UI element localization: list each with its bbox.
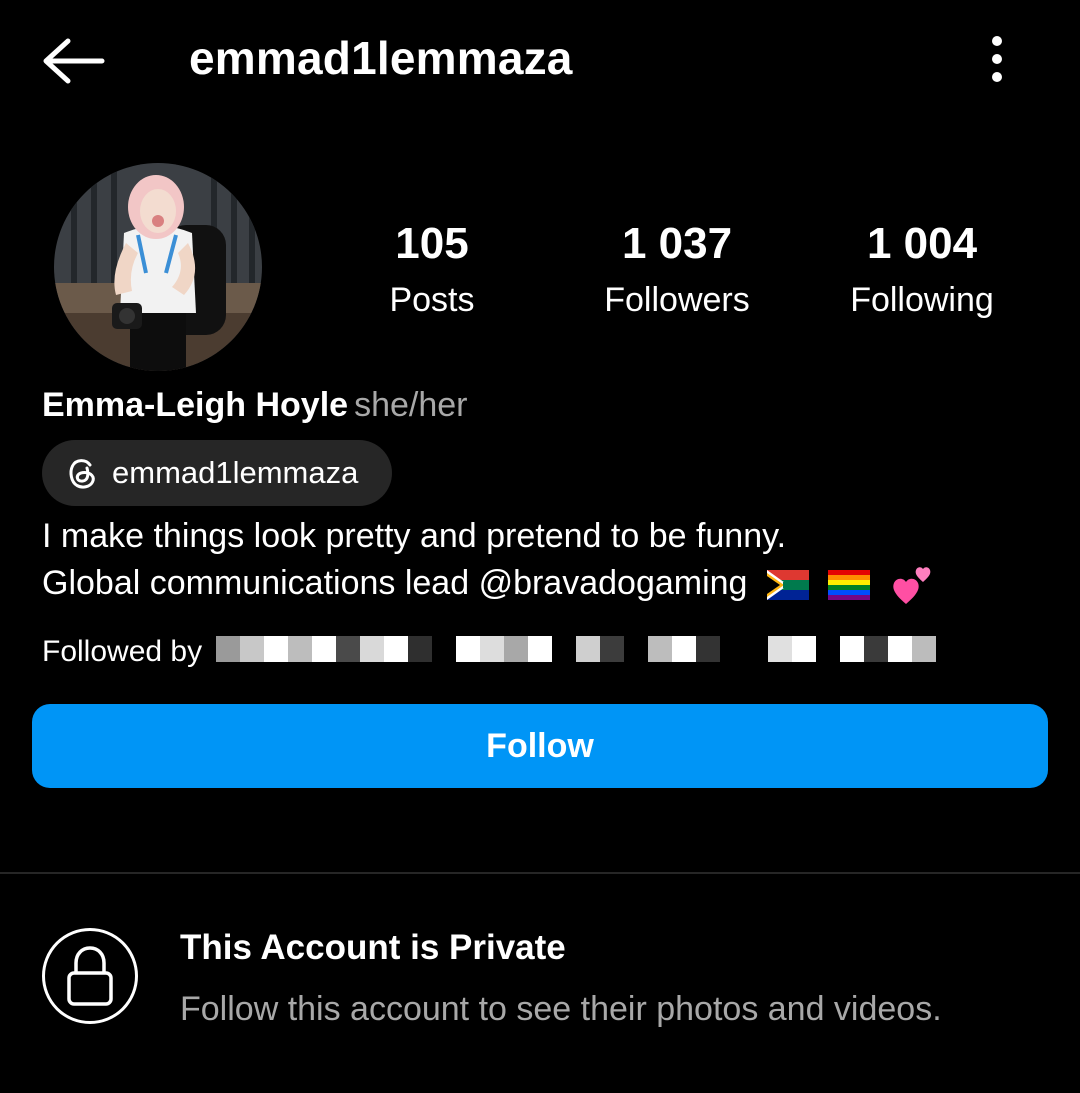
threads-icon (69, 459, 95, 489)
pronouns: she/her (354, 386, 468, 424)
more-vertical-icon[interactable] (982, 34, 1012, 84)
page-title: emmad1lemmaza (189, 32, 573, 84)
two-hearts-icon (893, 567, 931, 605)
posts-count: 105 (395, 219, 469, 268)
divider (0, 872, 1080, 874)
avatar-photo (54, 163, 262, 371)
private-lock-badge (42, 928, 138, 1024)
followed-by-text[interactable]: Followed by (42, 632, 202, 672)
arrow-left-icon[interactable] (40, 36, 106, 86)
private-title: This Account is Private (180, 928, 566, 967)
stat-followers[interactable]: 1 037 Followers (567, 218, 787, 322)
profile-page: emmad1lemmaza 105 Posts 1 037 Followers … (0, 0, 1080, 1093)
bio-line-2: Global communications lead @bravadogamin… (42, 560, 934, 607)
name-row: Emma-Leigh Hoyle she/her (42, 383, 467, 427)
profile-name: Emma-Leigh Hoyle (42, 386, 349, 424)
bio-mention-link[interactable]: @bravadogaming (479, 564, 748, 602)
followers-label: Followers (604, 281, 750, 319)
bio: I make things look pretty and pretend to… (42, 513, 934, 607)
posts-label: Posts (389, 281, 475, 319)
rainbow-flag-icon (828, 570, 871, 601)
redacted-follower-names (216, 636, 936, 662)
threads-handle: emmad1lemmaza (112, 455, 359, 490)
top-bar: emmad1lemmaza (0, 0, 1080, 120)
avatar[interactable] (54, 163, 262, 371)
south-africa-flag-icon (766, 570, 809, 601)
following-label: Following (850, 281, 994, 319)
stat-following[interactable]: 1 004 Following (812, 218, 1032, 322)
threads-link[interactable]: emmad1lemmaza (42, 440, 392, 506)
bio-line-1: I make things look pretty and pretend to… (42, 517, 787, 555)
private-subtitle: Follow this account to see their photos … (180, 990, 942, 1028)
followers-count: 1 037 (621, 219, 733, 268)
bio-line-2-text: Global communications lead (42, 564, 479, 602)
lock-icon (67, 946, 113, 1006)
follow-button[interactable]: Follow (32, 704, 1048, 788)
following-count: 1 004 (866, 219, 978, 268)
stat-posts[interactable]: 105 Posts (322, 218, 542, 322)
